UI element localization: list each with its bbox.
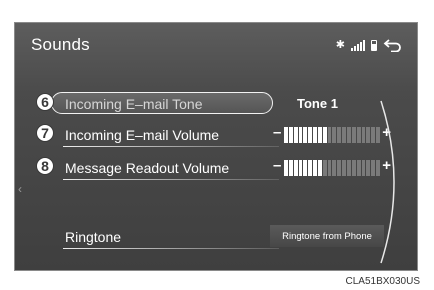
volume-segment (351, 160, 356, 176)
ringtone-source-button[interactable]: Ringtone from Phone (270, 225, 384, 247)
volume-segment (284, 160, 288, 176)
back-arrow-icon[interactable] (383, 38, 403, 52)
email-volume-label: Incoming E–mail Volume (65, 127, 220, 143)
volume-segment (322, 160, 327, 176)
volume-segment (284, 127, 288, 143)
volume-segment (361, 160, 366, 176)
bluetooth-icon: ✱ (335, 38, 345, 51)
volume-segment (332, 127, 337, 143)
volume-segment (308, 160, 313, 176)
volume-segment (303, 127, 308, 143)
volume-segment (308, 127, 313, 143)
volume-segment (337, 127, 342, 143)
email-tone-label: Incoming E–mail Tone (65, 96, 203, 112)
volume-segment (346, 127, 351, 143)
volume-segment (371, 127, 376, 143)
volume-segment (327, 160, 332, 176)
volume-down-icon[interactable]: – (273, 124, 281, 141)
volume-segment (346, 160, 351, 176)
volume-bar (284, 160, 380, 176)
callout-7: 7 (36, 124, 54, 142)
setting-row-email-tone[interactable]: Incoming E–mail Tone Tone 1 6 (36, 92, 387, 115)
row-divider (63, 146, 279, 147)
volume-segment (332, 160, 337, 176)
chevron-left-icon[interactable]: ‹ (15, 179, 25, 199)
battery-icon (371, 39, 377, 51)
setting-row-readout-volume[interactable]: Message Readout Volume – + 8 (36, 157, 391, 180)
volume-segment (371, 160, 376, 176)
volume-segment (313, 127, 317, 143)
volume-segment (313, 160, 317, 176)
callout-6: 6 (36, 93, 54, 111)
ringtone-label: Ringtone (65, 229, 122, 245)
volume-segment (303, 160, 308, 176)
readout-volume-slider[interactable]: – + (273, 157, 391, 177)
email-tone-value[interactable]: Tone 1 (297, 96, 338, 111)
volume-segment (288, 160, 293, 176)
email-volume-slider[interactable]: – + (273, 124, 391, 144)
volume-segment (293, 160, 298, 176)
volume-segment (342, 160, 346, 176)
volume-segment (327, 127, 332, 143)
sounds-screen: Sounds ✱ Incoming E–mail Tone Tone 1 6 I… (14, 22, 418, 271)
volume-segment (322, 127, 327, 143)
row-divider (63, 248, 279, 249)
volume-segment (298, 160, 303, 176)
screen-title: Sounds (31, 35, 90, 54)
volume-segment (317, 127, 322, 143)
volume-segment (356, 127, 361, 143)
volume-segment (337, 160, 342, 176)
setting-row-email-volume[interactable]: Incoming E–mail Volume – + 7 (36, 124, 391, 147)
scroll-indicator[interactable] (377, 99, 407, 265)
status-bar: ✱ (336, 35, 403, 55)
volume-segment (288, 127, 293, 143)
volume-segment (356, 160, 361, 176)
volume-segment (298, 127, 303, 143)
volume-segment (361, 127, 366, 143)
callout-8: 8 (36, 157, 54, 175)
signal-icon (351, 39, 365, 51)
figure-code: CLA51BX030US (345, 276, 421, 287)
row-divider (63, 179, 279, 180)
volume-segment (342, 127, 346, 143)
volume-segment (317, 160, 322, 176)
volume-down-icon[interactable]: – (273, 157, 281, 174)
volume-segment (293, 127, 298, 143)
volume-segment (351, 127, 356, 143)
volume-segment (366, 160, 371, 176)
readout-volume-label: Message Readout Volume (65, 160, 230, 176)
volume-segment (366, 127, 371, 143)
volume-bar (284, 127, 380, 143)
